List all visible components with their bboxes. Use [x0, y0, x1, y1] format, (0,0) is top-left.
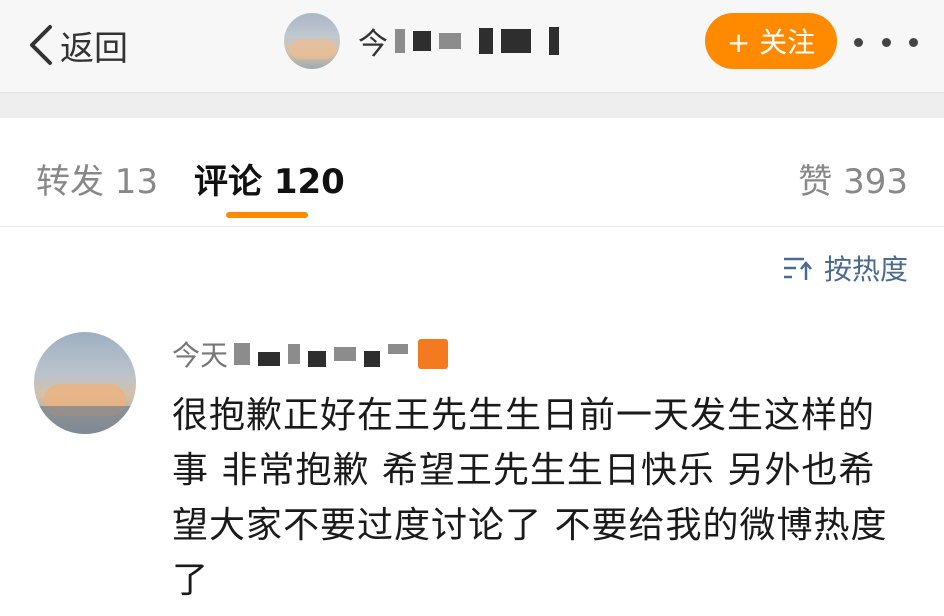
redacted-name-mosaic — [395, 27, 559, 55]
top-bar: 返回 今 + 关注 — [0, 0, 944, 92]
author-name: 今 — [358, 27, 389, 62]
sort-button[interactable]: 按热度 — [782, 248, 908, 288]
commenter-header[interactable]: 今天 — [172, 334, 449, 374]
tab-bar: 转发 13 评论 120 赞 393 — [0, 118, 944, 227]
follow-label: + 关注 — [726, 26, 816, 59]
comment-body: 很抱歉正好在王先生生日前一天发生这样的事 非常抱歉 希望王先生生日快乐 另外也希… — [172, 395, 888, 601]
section-divider — [0, 92, 944, 119]
chevron-left-icon — [30, 25, 52, 65]
weibo-comments-page: 返回 今 + 关注 转发 13 评论 120 赞 393 按热度 今天 很抱歉正… — [0, 0, 944, 616]
active-tab-indicator — [226, 212, 308, 218]
sort-icon — [783, 257, 812, 280]
back-label: 返回 — [60, 28, 128, 69]
tab-comments[interactable]: 评论 120 — [194, 154, 345, 203]
sort-label: 按热度 — [823, 253, 908, 286]
redacted-name-mosaic — [234, 341, 409, 367]
commenter-avatar[interactable] — [34, 332, 136, 434]
follow-button[interactable]: + 关注 — [705, 13, 837, 69]
tab-repost[interactable]: 转发 13 — [36, 154, 158, 203]
comment-item: 今天 很抱歉正好在王先生生日前一天发生这样的事 非常抱歉 希望王先生生日快乐 另… — [0, 322, 944, 616]
back-button[interactable]: 返回 — [26, 20, 128, 70]
member-badge-icon — [418, 339, 449, 369]
avatar[interactable] — [284, 13, 340, 69]
more-dots-icon[interactable] — [854, 24, 918, 60]
commenter-name: 今天 — [172, 339, 229, 372]
tab-likes[interactable]: 赞 393 — [798, 154, 908, 203]
post-author[interactable]: 今 — [284, 13, 559, 69]
